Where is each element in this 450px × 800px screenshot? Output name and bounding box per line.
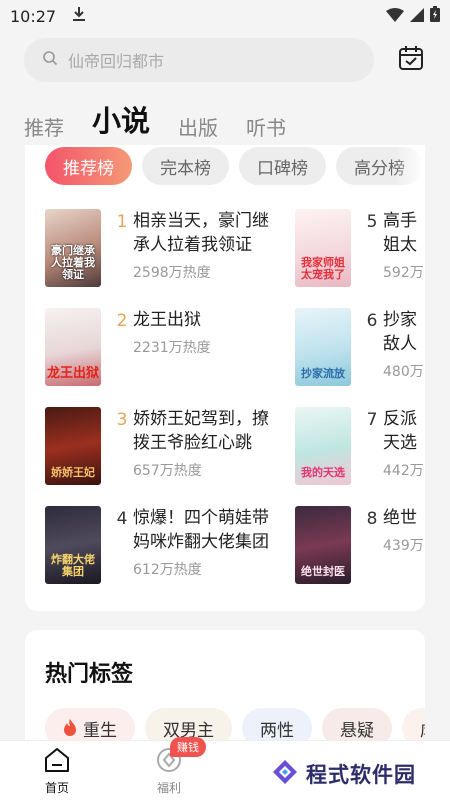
book-item[interactable]: 炸翻大佬集团 4 惊爆！四个萌娃带妈咪炸翻大佬集团 612万热度 bbox=[45, 506, 283, 584]
book-cover: 炸翻大佬集团 bbox=[45, 506, 101, 584]
book-title: 抄家 bbox=[383, 310, 417, 330]
rank-number: 3 bbox=[116, 410, 128, 430]
book-title-line2: 天选 bbox=[383, 433, 417, 453]
book-cover: 抄家流放 bbox=[295, 308, 351, 386]
book-cover: 我的天选 bbox=[295, 407, 351, 485]
cover-title: 抄家流放 bbox=[301, 367, 345, 380]
rank-number: 7 bbox=[366, 410, 378, 430]
book-title: 高手 bbox=[383, 211, 417, 231]
nav-home[interactable]: 首页 bbox=[27, 747, 87, 796]
rank-number: 6 bbox=[366, 311, 378, 331]
signal-icon bbox=[410, 7, 424, 26]
book-title: 相亲当天，豪门继承人拉着我领证 bbox=[133, 211, 269, 255]
cover-title: 龙王出狱 bbox=[47, 366, 100, 381]
nav-welfare-label: 福利 bbox=[156, 781, 181, 795]
book-cover: 我家师姐太宠我了 bbox=[295, 209, 351, 287]
rank-number: 2 bbox=[116, 311, 128, 331]
book-cover: 娇娇王妃 bbox=[45, 407, 101, 485]
book-heat: 657万热度 bbox=[133, 463, 202, 479]
cover-title: 豪门继承人拉着我领证 bbox=[51, 244, 95, 281]
earn-badge: 赚钱 bbox=[170, 737, 206, 757]
nav-home-label: 首页 bbox=[44, 781, 69, 795]
cover-title: 我家师姐太宠我了 bbox=[301, 256, 345, 281]
wifi-icon bbox=[386, 7, 404, 26]
book-heat: 2231万热度 bbox=[133, 340, 211, 356]
search-row: 仙帝回归都市 bbox=[24, 38, 426, 82]
tab-audiobook[interactable]: 听书 bbox=[246, 116, 286, 140]
status-bar: 10:27 bbox=[0, 0, 450, 32]
rank-number: 5 bbox=[366, 212, 378, 232]
home-icon bbox=[43, 747, 71, 777]
rank-number: 4 bbox=[116, 509, 128, 529]
book-item[interactable]: 娇娇王妃 3 娇娇王妃驾到，撩拨王爷脸红心跳 657万热度 bbox=[45, 407, 283, 485]
top-tabs: 推荐 小说 出版 听书 bbox=[24, 96, 286, 140]
book-title: 惊爆！四个萌娃带妈咪炸翻大佬集团 bbox=[133, 508, 269, 552]
chips-fade bbox=[395, 145, 425, 187]
chip-completed-rank[interactable]: 完本榜 bbox=[142, 147, 229, 185]
book-title: 龙王出狱 bbox=[133, 310, 201, 330]
book-item[interactable]: 龙王出狱 2 龙王出狱 2231万热度 bbox=[45, 308, 283, 386]
watermark-text: 程式软件园 bbox=[306, 763, 416, 787]
search-icon bbox=[42, 50, 58, 70]
hot-tags-title: 热门标签 bbox=[45, 662, 134, 687]
book-heat: 480万 bbox=[383, 364, 424, 380]
book-title: 绝世 bbox=[383, 508, 417, 528]
book-item[interactable]: 豪门继承人拉着我领证 1 相亲当天，豪门继承人拉着我领证 2598万热度 bbox=[45, 209, 283, 287]
book-item[interactable]: 我家师姐太宠我了 5 高手 姐太 592万 bbox=[295, 209, 425, 287]
book-title: 娇娇王妃驾到，撩拨王爷脸红心跳 bbox=[133, 409, 269, 453]
book-cover: 绝世封医 bbox=[295, 506, 351, 584]
book-cover: 龙王出狱 bbox=[45, 308, 101, 386]
ranking-card: 推荐榜 完本榜 口碑榜 高分榜 豪门继承人拉着我领证 1 相亲当天，豪门继承人拉… bbox=[25, 145, 425, 611]
book-item[interactable]: 抄家流放 6 抄家 敌人 480万 bbox=[295, 308, 425, 386]
tab-novel[interactable]: 小说 bbox=[92, 104, 150, 138]
rank-chips: 推荐榜 完本榜 口碑榜 高分榜 bbox=[45, 147, 423, 185]
book-title-line2: 姐太 bbox=[383, 235, 417, 255]
rank-number: 8 bbox=[366, 509, 378, 529]
book-item[interactable]: 我的天选 7 反派 天选 442万 bbox=[295, 407, 425, 485]
book-title: 反派 bbox=[383, 409, 417, 429]
flame-icon bbox=[63, 719, 77, 737]
tab-publish[interactable]: 出版 bbox=[178, 116, 218, 140]
book-heat: 2598万热度 bbox=[133, 265, 211, 281]
chip-reputation-rank[interactable]: 口碑榜 bbox=[239, 147, 326, 185]
book-heat: 612万热度 bbox=[133, 562, 202, 578]
watermark-logo-icon bbox=[272, 759, 298, 789]
book-heat: 439万 bbox=[383, 538, 424, 554]
status-time: 10:27 bbox=[10, 6, 57, 26]
calendar-check-icon bbox=[398, 45, 424, 75]
book-cover: 豪门继承人拉着我领证 bbox=[45, 209, 101, 287]
rank-number: 1 bbox=[116, 212, 128, 232]
battery-icon bbox=[430, 6, 440, 26]
watermark: 程式软件园 bbox=[262, 748, 450, 800]
cover-title: 我的天选 bbox=[301, 466, 345, 479]
cover-title: 绝世封医 bbox=[301, 565, 345, 578]
search-placeholder: 仙帝回归都市 bbox=[68, 52, 165, 71]
checkin-calendar-button[interactable] bbox=[396, 45, 426, 75]
download-icon bbox=[72, 6, 86, 26]
book-item[interactable]: 绝世封医 8 绝世 439万 bbox=[295, 506, 425, 584]
tab-recommend[interactable]: 推荐 bbox=[24, 116, 64, 140]
search-input[interactable]: 仙帝回归都市 bbox=[24, 38, 374, 82]
tag-label: 重生 bbox=[83, 720, 117, 741]
cover-title: 娇娇王妃 bbox=[51, 466, 95, 479]
cover-title: 炸翻大佬集团 bbox=[51, 553, 95, 578]
book-heat: 442万 bbox=[383, 463, 424, 479]
book-heat: 592万 bbox=[383, 265, 424, 281]
book-title-line2: 敌人 bbox=[383, 334, 417, 354]
chip-recommend-rank[interactable]: 推荐榜 bbox=[45, 147, 132, 185]
